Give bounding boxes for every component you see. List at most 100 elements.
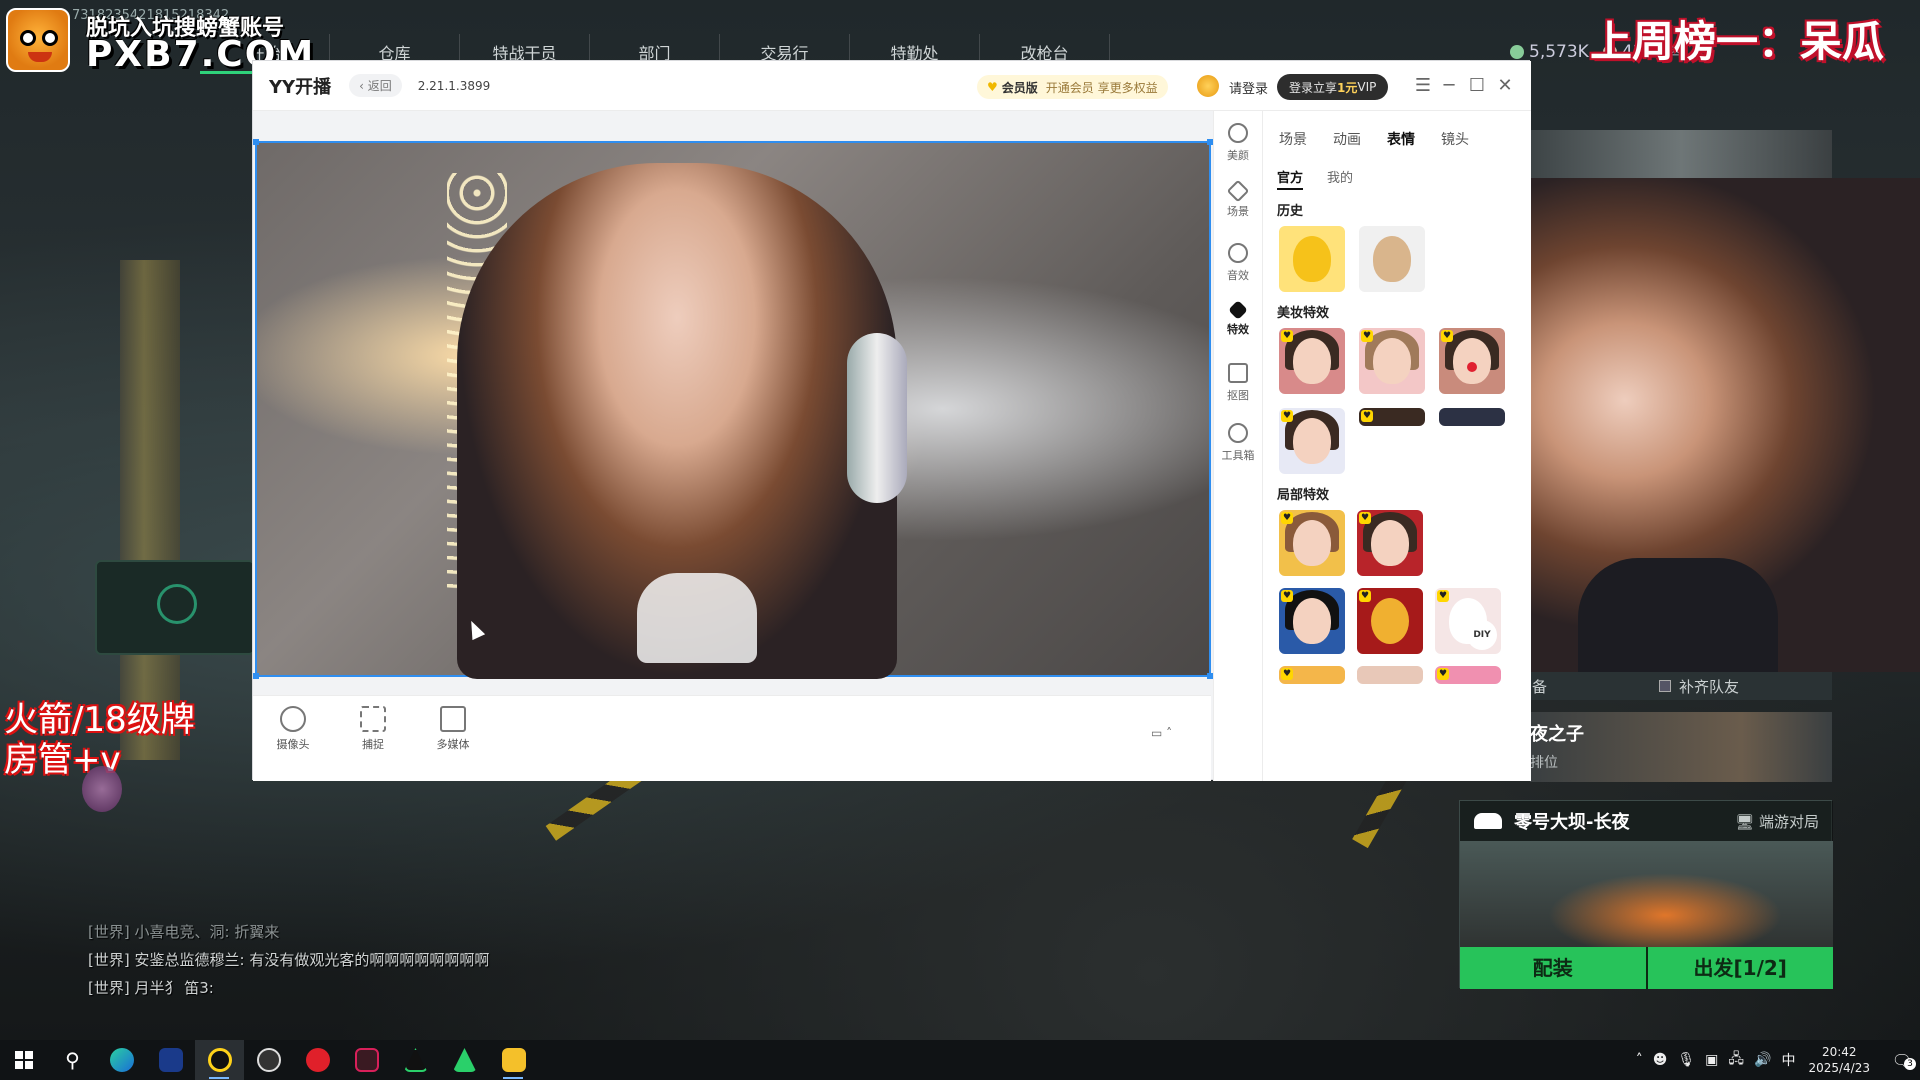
depart-button[interactable]: 出发[1/2]: [1645, 947, 1834, 989]
magic-wand-icon: [1228, 300, 1248, 320]
taskbar-mascot[interactable]: [489, 1040, 538, 1080]
tool-scene[interactable]: 场景: [1214, 171, 1262, 231]
menu-icon[interactable]: ☰: [1413, 75, 1433, 96]
team-bar: 备 补齐队友: [1530, 672, 1832, 700]
effect-tile[interactable]: ♥: [1279, 666, 1345, 684]
effect-tile[interactable]: ♥: [1359, 328, 1425, 394]
capture-icon: [360, 706, 386, 732]
tool-toolbox[interactable]: 工具箱: [1214, 411, 1262, 471]
background-pipe: [120, 260, 180, 760]
tray-chevron-up-icon[interactable]: ˄: [1636, 1052, 1643, 1068]
effect-tile[interactable]: ♥: [1279, 408, 1345, 474]
taskbar-game[interactable]: [391, 1040, 440, 1080]
currency-a-value: 5,573K: [1529, 42, 1589, 62]
tool-sound-label: 音效: [1227, 269, 1249, 282]
music-icon: [305, 1048, 330, 1072]
tray-app-icon[interactable]: ☻: [1653, 1052, 1668, 1068]
network-icon[interactable]: 🖧: [1728, 1048, 1744, 1072]
resize-handle[interactable]: [253, 139, 259, 145]
login-link[interactable]: 请登录: [1229, 78, 1268, 97]
clock[interactable]: 20:42 2025/4/23: [1808, 1044, 1870, 1076]
minimize-icon[interactable]: ─: [1439, 75, 1459, 96]
taskbar-obs[interactable]: [244, 1040, 293, 1080]
shirt-graphic: [637, 573, 757, 663]
hero-card[interactable]: 夜之子 排位: [1530, 712, 1832, 782]
effect-tile[interactable]: ♥: [1357, 510, 1423, 576]
vip-badge-icon: ♥: [1281, 668, 1293, 680]
close-icon[interactable]: ✕: [1495, 75, 1515, 96]
microphone: [847, 333, 907, 503]
tool-cutout[interactable]: 抠图: [1214, 351, 1262, 411]
source-capture-button[interactable]: 捕捉: [343, 706, 403, 752]
tool-beauty[interactable]: 美颜: [1214, 111, 1262, 171]
tool-sound[interactable]: 音效: [1214, 231, 1262, 291]
subtab-official[interactable]: 官方: [1277, 167, 1304, 190]
fill-team-checkbox[interactable]: [1659, 680, 1672, 692]
volume-icon[interactable]: 🔊: [1754, 1052, 1771, 1068]
taskbar-edge[interactable]: [97, 1040, 146, 1080]
microphone-icon[interactable]: 🎙: [1677, 1052, 1695, 1068]
tab-expression[interactable]: 表情: [1387, 129, 1415, 149]
tool-scene-label: 场景: [1227, 205, 1249, 218]
effect-tile[interactable]: [1359, 226, 1425, 292]
equip-button[interactable]: 配装: [1460, 947, 1646, 989]
effect-tile[interactable]: ♥: [1435, 666, 1501, 684]
effect-tile[interactable]: ♥: [1439, 328, 1505, 394]
tool-column: 美颜 场景 音效 特效 抠图 工具箱: [1213, 111, 1263, 781]
taskbar-app-red[interactable]: [342, 1040, 391, 1080]
vip-promo-button[interactable]: 登录立享 1元 VIP: [1277, 74, 1389, 100]
taskbar-game-2[interactable]: [440, 1040, 489, 1080]
vip-badge-icon: ♥: [1281, 590, 1293, 602]
clock-time: 20:42: [1821, 1045, 1857, 1059]
subtab-mine[interactable]: 我的: [1327, 167, 1353, 190]
camera-toggle-icon[interactable]: ▭ ˄: [1151, 726, 1172, 740]
ime-indicator[interactable]: 中: [1781, 1050, 1795, 1070]
tool-effects-label: 特效: [1227, 323, 1249, 336]
effect-tile[interactable]: [1279, 226, 1345, 292]
notification-count: 3: [1904, 1057, 1916, 1070]
source-camera-button[interactable]: 摄像头: [263, 706, 323, 752]
tool-effects[interactable]: 特效: [1214, 291, 1262, 351]
tile-face: [1293, 418, 1331, 464]
back-button[interactable]: ‹ 返回: [349, 74, 402, 97]
effect-tile[interactable]: [1439, 408, 1505, 426]
taskbar-netease[interactable]: [293, 1040, 342, 1080]
cat-face: [1373, 236, 1411, 282]
start-button[interactable]: [0, 1040, 48, 1080]
local-grid: ♥ ♥ ♥ ♥ DIY ♥ ♥ ♥: [1263, 504, 1523, 684]
vip-suffix: VIP: [1357, 80, 1377, 94]
vip-badge-icon: ♥: [1361, 330, 1373, 342]
tool-beauty-label: 美颜: [1227, 149, 1249, 162]
effects-panel: 场景 动画 表情 镜头 官方 我的 历史 美妆特效 ♥ ♥ ♥ ♥ ♥ 局部特效…: [1263, 111, 1531, 781]
notification-center[interactable]: 🗨 3: [1884, 1051, 1920, 1070]
clown-nose: [1467, 362, 1477, 372]
diy-effect-tile[interactable]: DIY ♥: [1435, 588, 1501, 654]
source-media-button[interactable]: 多媒体: [423, 706, 483, 752]
effect-tile[interactable]: ♥: [1357, 588, 1423, 654]
tab-scene[interactable]: 场景: [1279, 129, 1307, 149]
mission-mode[interactable]: 🖥 端游对局: [1735, 811, 1819, 832]
maximize-icon[interactable]: ☐: [1467, 75, 1487, 96]
effect-tile[interactable]: ♥: [1279, 588, 1345, 654]
background-terminal: [95, 560, 255, 655]
version-label: 2.21.1.3899: [417, 78, 491, 93]
member-promo[interactable]: ♥ 会员版 开通会员 享更多权益: [977, 75, 1168, 99]
effect-tile[interactable]: ♥: [1279, 510, 1345, 576]
effect-tile[interactable]: [1357, 666, 1423, 684]
tab-animation[interactable]: 动画: [1333, 129, 1361, 149]
hero-sub: 排位: [1530, 755, 1558, 771]
layers-icon: [1226, 179, 1250, 203]
effect-tile[interactable]: ♥: [1359, 408, 1425, 426]
effect-tile[interactable]: ♥: [1279, 328, 1345, 394]
camera-stage[interactable]: [253, 139, 1213, 679]
taskbar-app[interactable]: [146, 1040, 195, 1080]
search-button[interactable]: ⚲: [48, 1040, 97, 1080]
tab-lens[interactable]: 镜头: [1441, 129, 1469, 149]
tray-monitor-icon[interactable]: ▣: [1705, 1052, 1718, 1068]
chat-line: [世界] 安鉴总监德穆兰: 有没有做观光客的啊啊啊啊啊啊啊啊: [88, 946, 489, 974]
mission-panel: 零号大坝-长夜 🖥 端游对局 配装 出发[1/2]: [1459, 800, 1834, 989]
user-avatar[interactable]: [1197, 75, 1219, 97]
resize-handle[interactable]: [253, 673, 259, 679]
operator-card-top[interactable]: [1530, 130, 1832, 178]
taskbar-yy[interactable]: [195, 1040, 244, 1080]
